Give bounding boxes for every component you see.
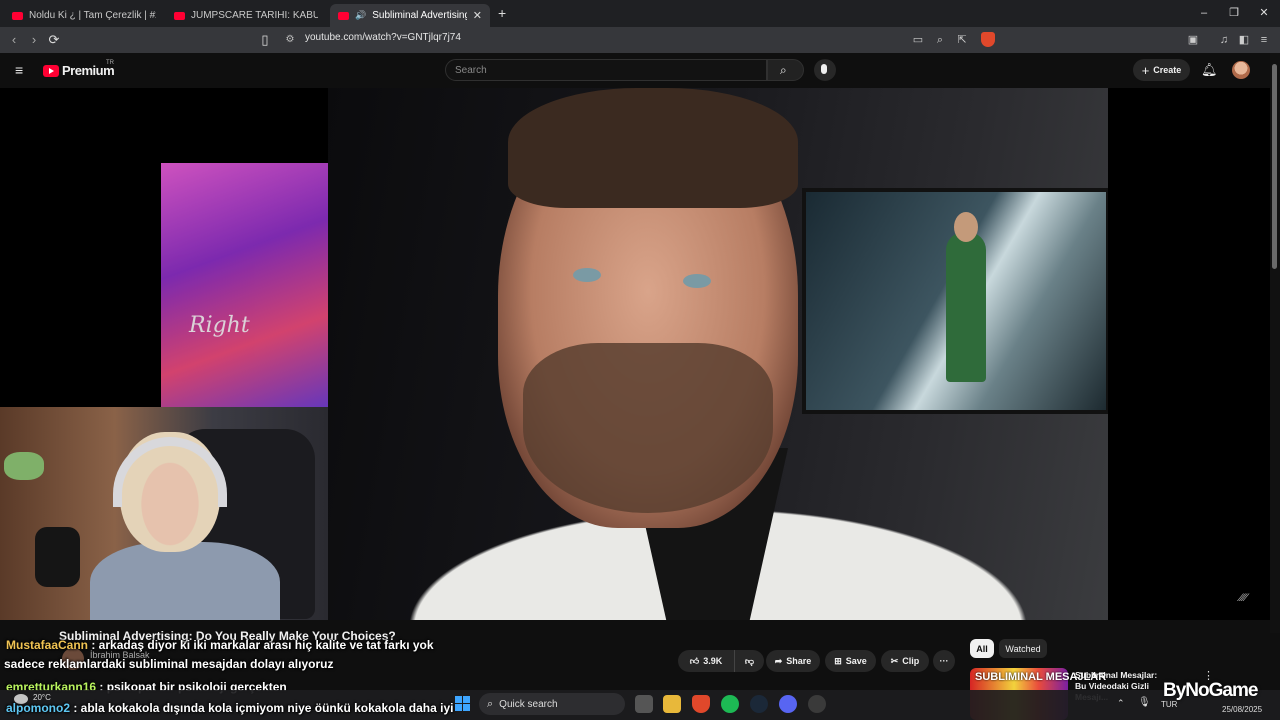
voice-search-button[interactable] <box>814 59 836 81</box>
search-input[interactable]: Search <box>445 59 767 81</box>
thumbs-down-icon: 👎︎ <box>744 655 755 666</box>
share-button[interactable]: ➦ Share <box>766 650 820 672</box>
minimize-button[interactable]: – <box>1194 4 1214 22</box>
date-text: 25/08/2025 <box>1222 705 1263 714</box>
brave-shield-icon[interactable] <box>981 32 995 47</box>
microphone-icon <box>821 64 827 74</box>
spotify-icon[interactable] <box>721 695 739 713</box>
tab-jumpscare[interactable]: JUMPSCARE TARİHİ: KABUS NASIL E <box>166 4 326 27</box>
dislike-button[interactable]: 👎︎ <box>734 650 764 672</box>
zoom-icon[interactable]: ⌕ <box>932 32 948 48</box>
taskbar-search[interactable]: ⌕ Quick search <box>479 693 625 715</box>
share-label: Share <box>786 656 812 666</box>
video-frame <box>328 88 1108 620</box>
tab-title: JUMPSCARE TARİHİ: KABUS NASIL E <box>191 10 318 21</box>
restore-button[interactable]: ❐ <box>1224 4 1244 22</box>
logo-region: TR <box>106 60 114 66</box>
steam-icon[interactable] <box>750 695 768 713</box>
chat-text: : abla kokakola dışında kola içmiyom niy… <box>70 701 454 715</box>
url-text[interactable]: youtube.com/watch?v=GNTjlqr7j74 <box>305 32 461 43</box>
site-settings-icon[interactable]: ⚙ <box>282 32 298 48</box>
sidebar-toggle-icon[interactable]: ▣ <box>1185 32 1201 48</box>
like-button[interactable]: 👍︎ 3.9K <box>678 650 734 672</box>
chip-watched[interactable]: Watched <box>999 639 1047 658</box>
chip-all[interactable]: All <box>970 639 994 658</box>
youtube-favicon-icon <box>12 11 23 20</box>
search-icon: ⌕ <box>780 63 787 77</box>
discord-icon[interactable] <box>779 695 797 713</box>
share-page-icon[interactable]: ⇱ <box>954 32 970 48</box>
youtube-favicon-icon <box>338 11 349 20</box>
forward-arrow-icon[interactable]: › <box>26 32 42 48</box>
cast-icon[interactable]: ▭ <box>910 32 926 48</box>
avatar[interactable] <box>1232 61 1250 79</box>
tray-chevron-icon[interactable]: ⌃ <box>1117 698 1125 709</box>
tab-title: Subliminal Advertising: Do Yo <box>372 10 467 21</box>
plus-icon: + <box>1141 62 1150 78</box>
presenter-beard <box>523 343 773 513</box>
background-tv <box>802 188 1108 414</box>
right-eye <box>683 274 711 288</box>
bookmark-icon[interactable]: ▯ <box>257 32 273 48</box>
clip-button[interactable]: ✂ Clip <box>881 650 929 672</box>
obs-icon[interactable] <box>808 695 826 713</box>
search-button[interactable]: ⌕ <box>767 59 804 81</box>
chat-username: alpomono2 <box>6 701 71 715</box>
menu-icon[interactable]: ≡ <box>1256 32 1272 48</box>
notifications-bell-icon[interactable]: 🔔︎ <box>1201 62 1218 78</box>
hamburger-menu-icon[interactable]: ≡ <box>15 62 23 78</box>
save-label: Save <box>845 656 867 666</box>
create-button[interactable]: + Create <box>1133 59 1190 81</box>
bookmark-save-icon: ⊞ <box>834 655 842 666</box>
more-actions-button[interactable]: ··· <box>933 650 955 672</box>
tab-noldu[interactable]: Noldu Ki ¿ | Tam Çerezlik | #244 - Yo <box>4 4 164 27</box>
close-window-button[interactable]: ✕ <box>1254 4 1274 22</box>
tab-subliminal[interactable]: 🔊 Subliminal Advertising: Do Yo ✕ <box>330 4 490 27</box>
presenter-hair <box>508 88 798 208</box>
tab-title: Noldu Ki ¿ | Tam Çerezlik | #244 - Yo <box>29 10 156 21</box>
like-count: 3.9K <box>703 656 723 666</box>
video-watermark: ⁄⁄⁄⁄ <box>1240 592 1248 604</box>
media-control-icon[interactable]: ♫ <box>1216 32 1232 48</box>
chat-message: alpomono2 : abla kokakola dışında kola i… <box>6 701 453 715</box>
search-icon: ⌕ <box>487 697 494 710</box>
thumbs-up-icon: 👍︎ <box>689 655 700 666</box>
tab-close-icon[interactable]: ✕ <box>473 9 482 22</box>
file-explorer-icon[interactable] <box>663 695 681 713</box>
create-label: Create <box>1153 65 1182 75</box>
scrollbar-thumb[interactable] <box>1272 64 1277 269</box>
back-arrow-icon[interactable]: ‹ <box>6 32 22 48</box>
plush-toy <box>4 452 44 480</box>
bynogame-brand-logo: ByNoGame <box>1163 680 1258 701</box>
chat-text: : arkadaş diyor ki iki markalar arası hi… <box>88 638 434 652</box>
scissors-icon: ✂ <box>890 655 899 666</box>
microphone-arm <box>35 527 80 587</box>
browser-tab-strip: Noldu Ki ¿ | Tam Çerezlik | #244 - Yo JU… <box>0 0 1280 27</box>
save-button[interactable]: ⊞ Save <box>825 650 876 672</box>
windows-start-icon[interactable] <box>455 696 471 712</box>
chat-text: sadece reklamlardaki subliminal mesajdan… <box>4 657 334 671</box>
split-view-icon[interactable]: ◧ <box>1236 32 1252 48</box>
chat-username: MustafaaCann <box>6 638 89 652</box>
clip-label: Clip <box>902 656 920 666</box>
chat-message: MustafaaCann : arkadaş diyor ki iki mark… <box>6 638 434 652</box>
share-arrow-icon: ➦ <box>774 655 783 666</box>
youtube-logo-icon[interactable] <box>43 65 59 77</box>
streamer-webcam <box>0 407 328 635</box>
taskbar-search-label: Quick search <box>499 698 558 710</box>
new-tab-button[interactable]: + <box>498 5 506 21</box>
audio-playing-icon[interactable]: 🔊 <box>355 10 366 21</box>
tray-mic-icon[interactable]: 🎙︎ <box>1138 697 1151 708</box>
reload-icon[interactable]: ⟳ <box>46 32 62 48</box>
left-eye <box>573 268 601 282</box>
youtube-favicon-icon <box>174 11 185 20</box>
address-bar-row: ‹ › ⟳ ▯ ⚙ ▭ ⌕ ⇱ ▣ ♫ ◧ ≡ <box>0 27 1280 53</box>
task-view-icon[interactable] <box>635 695 653 713</box>
brave-browser-icon[interactable] <box>692 695 710 713</box>
chat-message: sadece reklamlardaki subliminal mesajdan… <box>4 657 333 671</box>
